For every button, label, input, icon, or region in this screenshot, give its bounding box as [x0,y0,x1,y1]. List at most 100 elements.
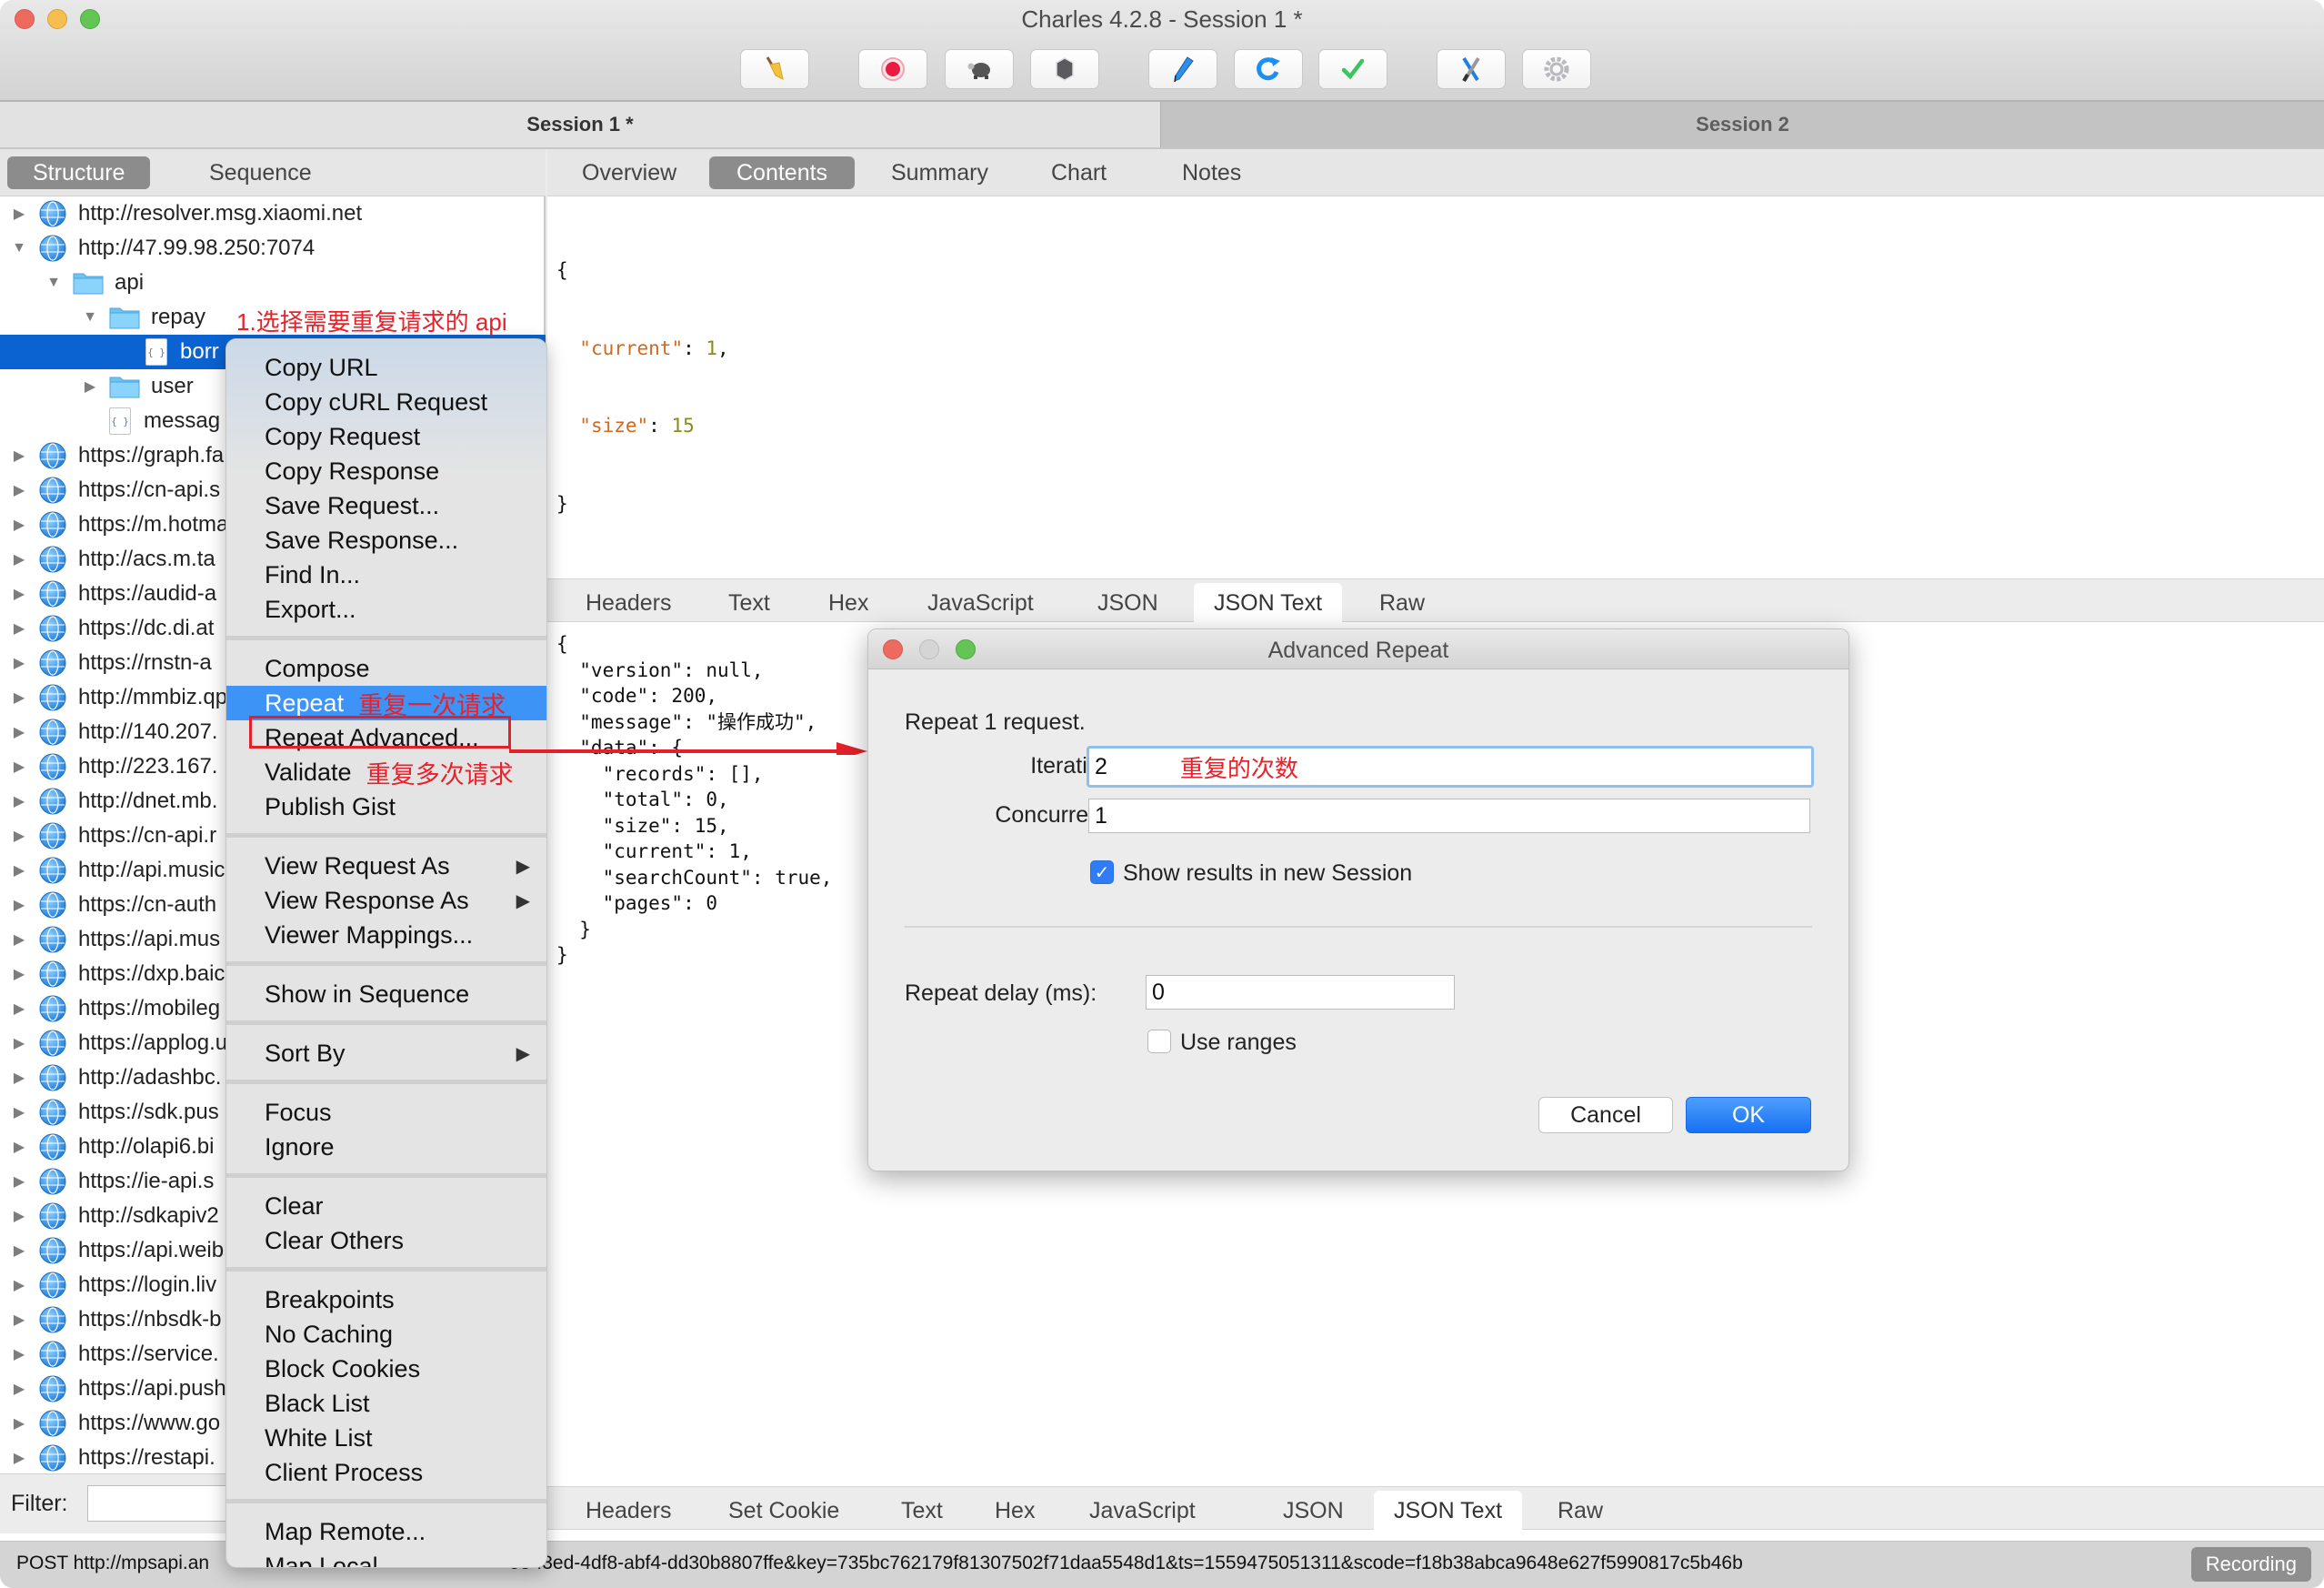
tab-summary[interactable]: Summary [864,156,1016,189]
disclosure-expanded-icon[interactable]: ▼ [82,309,98,326]
tab-sequence[interactable]: Sequence [184,156,337,189]
disclosure-collapsed-icon[interactable]: ▶ [11,689,27,706]
cancel-button[interactable]: Cancel [1538,1097,1673,1133]
menu-item-validate[interactable]: Validate 重复多次请求 [226,755,546,789]
response-tab-text[interactable]: Text [881,1491,963,1531]
disclosure-collapsed-icon[interactable]: ▶ [11,724,27,740]
disclosure-collapsed-icon[interactable]: ▶ [11,828,27,844]
disclosure-collapsed-icon[interactable]: ▶ [11,793,27,809]
recording-badge[interactable]: Recording [2190,1547,2311,1582]
menu-item-copy-response[interactable]: Copy Response [226,454,546,488]
settings-button[interactable] [1522,49,1591,89]
disclosure-collapsed-icon[interactable]: ▶ [11,897,27,913]
disclosure-collapsed-icon[interactable]: ▶ [11,1450,27,1466]
disclosure-collapsed-icon[interactable]: ▶ [11,447,27,464]
menu-item-copy-url[interactable]: Copy URL [226,350,546,385]
request-tab-hex[interactable]: Hex [808,583,888,623]
menu-item-publish-gist[interactable]: Publish Gist [226,789,546,824]
request-tab-headers[interactable]: Headers [566,583,692,623]
tab-notes[interactable]: Notes [1155,156,1268,189]
tree-row[interactable]: ▼ api [0,266,546,300]
menu-item-breakpoints[interactable]: Breakpoints [226,1282,546,1317]
menu-item-export[interactable]: Export... [226,592,546,627]
response-tab-hex[interactable]: Hex [975,1491,1055,1531]
disclosure-collapsed-icon[interactable]: ▶ [11,1415,27,1432]
response-tab-raw[interactable]: Raw [1538,1491,1623,1531]
use-ranges-checkbox[interactable] [1147,1030,1171,1053]
disclosure-collapsed-icon[interactable]: ▶ [11,206,27,222]
menu-item-clear[interactable]: Clear [226,1189,546,1223]
disclosure-collapsed-icon[interactable]: ▶ [11,1242,27,1259]
disclosure-expanded-icon[interactable]: ▼ [45,275,62,291]
request-tab-text[interactable]: Text [708,583,790,623]
disclosure-collapsed-icon[interactable]: ▶ [82,378,98,395]
menu-item-view-request-as[interactable]: View Request As ▶ [226,849,546,883]
menu-item-save-response[interactable]: Save Response... [226,523,546,558]
menu-item-white-list[interactable]: White List [226,1421,546,1455]
breakpoints-button[interactable] [1030,49,1099,89]
disclosure-collapsed-icon[interactable]: ▶ [11,517,27,533]
disclosure-collapsed-icon[interactable]: ▶ [11,1139,27,1155]
response-tab-json[interactable]: JSON [1263,1491,1364,1531]
throttle-button[interactable] [945,49,1014,89]
tab-overview[interactable]: Overview [555,156,704,189]
disclosure-collapsed-icon[interactable]: ▶ [11,1070,27,1086]
menu-item-no-caching[interactable]: No Caching [226,1317,546,1352]
repeat-button[interactable] [1234,49,1303,89]
request-tab-raw[interactable]: Raw [1359,583,1445,623]
menu-item-map-remote[interactable]: Map Remote... [226,1514,546,1549]
menu-item-sort-by[interactable]: Sort By ▶ [226,1036,546,1070]
compose-button[interactable] [1148,49,1217,89]
menu-item-black-list[interactable]: Black List [226,1386,546,1421]
disclosure-collapsed-icon[interactable]: ▶ [11,1035,27,1051]
disclosure-collapsed-icon[interactable]: ▶ [11,966,27,982]
menu-item-find-in[interactable]: Find In... [226,558,546,592]
tab-session-2[interactable]: Session 2 [1160,102,2324,147]
disclosure-expanded-icon[interactable]: ▼ [11,240,27,256]
menu-item-client-process[interactable]: Client Process [226,1455,546,1490]
disclosure-collapsed-icon[interactable]: ▶ [11,1104,27,1121]
repeat-delay-input[interactable]: 0 [1146,975,1455,1010]
tools-button[interactable] [1437,49,1506,89]
menu-item-clear-others[interactable]: Clear Others [226,1223,546,1258]
disclosure-collapsed-icon[interactable]: ▶ [11,1312,27,1328]
disclosure-collapsed-icon[interactable]: ▶ [11,586,27,602]
request-tab-json[interactable]: JSON [1077,583,1178,623]
disclosure-collapsed-icon[interactable]: ▶ [11,1000,27,1017]
disclosure-collapsed-icon[interactable]: ▶ [11,1173,27,1190]
tree-row[interactable]: ▼ http://47.99.98.250:7074 [0,231,546,266]
disclosure-collapsed-icon[interactable]: ▶ [11,1381,27,1397]
response-tab-javascript[interactable]: JavaScript [1069,1491,1216,1531]
clear-session-button[interactable] [740,49,809,89]
menu-item-map-local[interactable]: Map Local... [226,1549,546,1568]
response-tab-headers[interactable]: Headers [566,1491,692,1531]
disclosure-collapsed-icon[interactable]: ▶ [11,482,27,498]
validate-button[interactable] [1318,49,1387,89]
request-tab-json-text[interactable]: JSON Text [1194,583,1343,623]
menu-item-copy-request[interactable]: Copy Request [226,419,546,454]
tab-contents[interactable]: Contents [709,156,856,189]
menu-item-focus[interactable]: Focus [226,1095,546,1130]
menu-item-compose[interactable]: Compose [226,651,546,686]
response-tab-set-cookie[interactable]: Set Cookie [708,1491,859,1531]
tree-row[interactable]: ▶ http://resolver.msg.xiaomi.net [0,196,546,231]
disclosure-collapsed-icon[interactable]: ▶ [11,620,27,637]
request-tab-javascript[interactable]: JavaScript [907,583,1054,623]
show-results-checkbox[interactable]: ✓ [1090,860,1114,884]
disclosure-collapsed-icon[interactable]: ▶ [11,1277,27,1293]
response-tab-json-text[interactable]: JSON Text [1374,1491,1523,1531]
disclosure-collapsed-icon[interactable]: ▶ [11,931,27,948]
menu-item-view-response-as[interactable]: View Response As ▶ [226,883,546,918]
disclosure-collapsed-icon[interactable]: ▶ [11,759,27,775]
menu-item-show-in-sequence[interactable]: Show in Sequence [226,977,546,1011]
disclosure-collapsed-icon[interactable]: ▶ [11,862,27,879]
record-button[interactable] [858,49,927,89]
concurrency-input[interactable]: 1 [1088,799,1810,833]
tab-chart[interactable]: Chart [1024,156,1134,189]
ok-button[interactable]: OK [1686,1097,1811,1133]
menu-item-block-cookies[interactable]: Block Cookies [226,1352,546,1386]
tab-session-1[interactable]: Session 1 * [0,102,1160,147]
menu-item-viewer-mappings[interactable]: Viewer Mappings... [226,918,546,952]
menu-item-ignore[interactable]: Ignore [226,1130,546,1164]
disclosure-collapsed-icon[interactable]: ▶ [11,551,27,568]
